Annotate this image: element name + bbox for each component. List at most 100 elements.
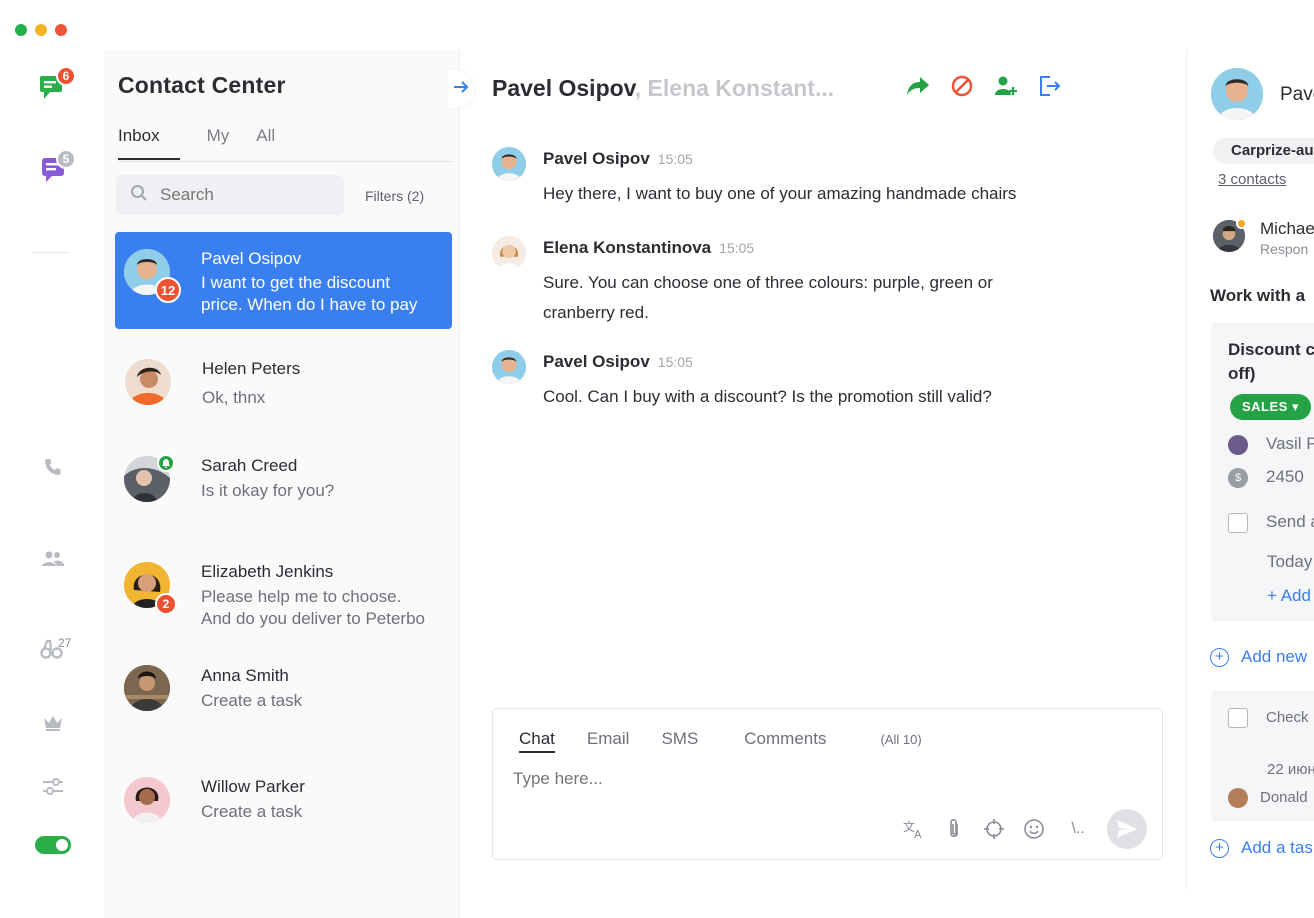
composer-count: (All 10) [880, 732, 922, 747]
chat-area: Pavel Osipov, Elena Konstant... Pavel Os… [448, 50, 1186, 918]
online-bell-icon [157, 454, 175, 472]
avatar [124, 777, 170, 823]
slash-commands-button[interactable]: \.. [1063, 818, 1093, 840]
assignee-avatar-icon [1228, 788, 1248, 808]
crown-icon [42, 714, 64, 737]
contact-item-anna-smith[interactable]: Anna Smith Create a task [115, 654, 452, 751]
deal-card[interactable]: Discount c off) SALES ▾ Vasil P $2450 Se… [1210, 322, 1314, 622]
tab-email[interactable]: Email [587, 729, 630, 751]
add-task-label: Add a tas [1241, 838, 1313, 857]
tab-comments[interactable]: Comments [744, 729, 826, 751]
message-input[interactable] [513, 769, 1113, 799]
contact-list-panel: Contact Center Inbox My All Filters (2) … [104, 50, 460, 918]
contact-preview-line2: price. When do I have to pay [201, 295, 418, 314]
availability-toggle[interactable] [35, 836, 71, 854]
emoji-button[interactable] [1023, 818, 1045, 840]
translate-icon: 文A [903, 819, 922, 839]
rail-crown-button[interactable] [36, 708, 70, 742]
company-chip[interactable]: Carprize-au [1213, 138, 1314, 164]
stage-dropdown[interactable]: SALES ▾ [1230, 394, 1311, 420]
message-text: Hey there, I want to buy one of your ama… [543, 184, 1017, 203]
rail-settings-button[interactable] [36, 772, 70, 806]
send-button[interactable] [1107, 809, 1147, 849]
collapse-panel-button[interactable] [448, 70, 474, 108]
chat-title-main: Pavel Osipov [492, 75, 635, 101]
message-composer: Chat Email SMS Comments (All 10) 文A \.. [492, 708, 1163, 860]
message-time: 15:05 [719, 240, 755, 256]
tab-all[interactable]: All [256, 126, 275, 160]
filters-button[interactable]: Filters (2) [365, 188, 424, 204]
forward-button[interactable] [906, 74, 930, 98]
rail-contact-center-button[interactable]: 5 [36, 149, 76, 189]
contact-name: Helen Peters [202, 359, 301, 378]
add-user-button[interactable] [994, 74, 1018, 98]
contact-item-pavel-osipov[interactable]: 12 Pavel Osipov I want to get the discou… [115, 232, 452, 329]
responsible-role: Respon [1260, 241, 1309, 257]
deal-task: Send a [1228, 512, 1314, 533]
contact-preview: Create a task [201, 691, 303, 710]
avatar [492, 350, 526, 384]
tab-my[interactable]: My [207, 126, 230, 160]
window-minimize-button[interactable] [35, 24, 47, 36]
contact-preview: I want to get the discount [201, 273, 391, 292]
contacts-link[interactable]: 3 contacts [1218, 171, 1286, 188]
task-assignee-name: Donald [1260, 788, 1308, 806]
deal-person-name: Vasil P [1266, 434, 1314, 453]
task-date: 22 июн [1267, 761, 1314, 778]
deal-add-link[interactable]: + Add [1267, 586, 1311, 606]
arrow-right-icon [453, 80, 469, 99]
message: Pavel Osipov 15:05 Cool. Can I buy with a… [492, 350, 1112, 420]
rail-contacts-badge: 5 [56, 149, 76, 169]
unread-badge: 2 [155, 593, 177, 615]
avatar [125, 359, 171, 405]
tab-inbox[interactable]: Inbox [118, 126, 180, 160]
add-new-button[interactable]: + Add new [1210, 647, 1307, 668]
message-author: Elena Konstantinova [543, 238, 712, 257]
deal-title-line1: Discount c [1228, 340, 1314, 359]
contact-item-helen-peters[interactable]: Helen Peters Ok, thnx [115, 342, 452, 439]
block-button[interactable] [950, 74, 974, 98]
add-task-button[interactable]: + Add a tas [1210, 838, 1313, 859]
panel-title: Contact Center [118, 72, 286, 98]
paperclip-icon [950, 818, 958, 838]
tab-sms[interactable]: SMS [661, 729, 698, 751]
rail-phone-button[interactable] [36, 452, 70, 486]
composer-tools: 文A \.. [903, 818, 1093, 840]
contact-item-sarah-creed[interactable]: Sarah Creed Is it okay for you? [115, 442, 452, 539]
work-section-title: Work with a [1210, 286, 1306, 305]
deal-amount-value: 2450 [1266, 467, 1304, 486]
message: Elena Konstantinova 15:05 Sure. You can c… [492, 236, 1112, 326]
sliders-icon [42, 777, 64, 802]
contact-preview: Ok, thnx [202, 388, 266, 407]
message-time: 15:05 [657, 151, 693, 167]
message-text: Sure. You can choose one of three colour… [543, 273, 993, 322]
rail-users-button[interactable] [36, 544, 70, 578]
contact-name: Pavel Osipov [201, 249, 302, 268]
task-title: Check [1266, 708, 1309, 726]
tab-chat[interactable]: Chat [519, 729, 555, 753]
plus-circle-icon: + [1210, 648, 1229, 668]
contact-item-willow-parker[interactable]: Willow Parker Create a task [115, 765, 452, 862]
attach-button[interactable] [943, 818, 965, 840]
task-card[interactable]: Check 22 июн Donald [1210, 690, 1314, 822]
window-zoom-button[interactable] [15, 24, 27, 36]
person-avatar-icon [1228, 434, 1248, 455]
window-close-button[interactable] [55, 24, 67, 36]
deal-title-line2: off) [1228, 364, 1256, 383]
contact-item-elizabeth-jenkins[interactable]: 2 Elizabeth Jenkins Please help me to ch… [115, 550, 452, 647]
avatar [492, 147, 526, 181]
rail-chat-button[interactable]: 6 [36, 66, 76, 106]
leave-chat-button[interactable] [1038, 74, 1062, 98]
avatar [492, 236, 526, 270]
contact-preview-line2: And do you deliver to Peterbo [201, 609, 425, 628]
users-icon [41, 549, 65, 574]
translate-button[interactable]: 文A [903, 818, 925, 840]
task-checkbox[interactable] [1228, 708, 1248, 728]
search-input[interactable] [160, 185, 330, 205]
contact-full-name: Pave [1280, 84, 1314, 105]
contact-details-panel: Pave Carprize-au 3 contacts Michae Respo… [1186, 50, 1314, 890]
task-row: Check [1228, 708, 1309, 728]
location-button[interactable] [983, 818, 1005, 840]
deal-amount: $2450 [1228, 467, 1304, 488]
task-checkbox[interactable] [1228, 512, 1248, 533]
